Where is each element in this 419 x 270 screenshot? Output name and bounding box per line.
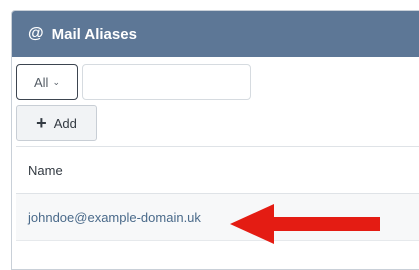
- add-button[interactable]: + Add: [16, 105, 97, 141]
- panel-header: @ Mail Aliases: [12, 11, 419, 57]
- arrow-shape: [230, 204, 380, 244]
- filter-row: All ⌄: [16, 64, 251, 100]
- at-icon: @: [28, 25, 44, 42]
- filter-input[interactable]: [82, 64, 251, 100]
- table-header: Name: [16, 147, 419, 194]
- page-title: Mail Aliases: [51, 25, 137, 43]
- filter-select-value: All: [34, 74, 49, 90]
- column-header-name: Name: [28, 162, 63, 178]
- red-arrow-annotation: [230, 204, 380, 244]
- filter-select[interactable]: All ⌄: [16, 64, 78, 100]
- alias-link[interactable]: johndoe@example-domain.uk: [28, 210, 201, 225]
- plus-icon: +: [36, 113, 47, 133]
- chevron-down-icon: ⌄: [52, 76, 60, 87]
- add-button-label: Add: [53, 115, 77, 131]
